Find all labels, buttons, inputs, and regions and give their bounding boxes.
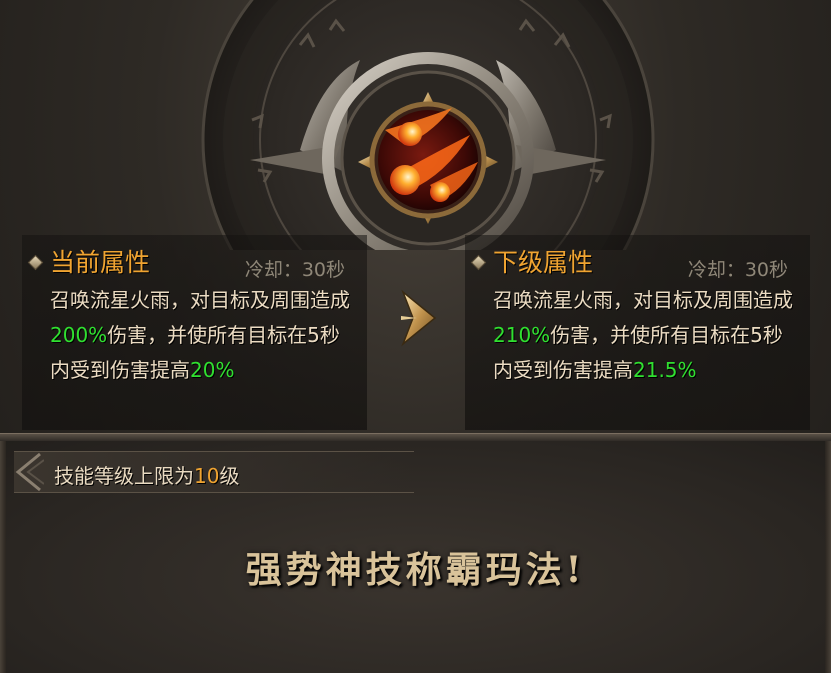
next-attributes-panel: 下级属性 冷却：30秒 召唤流星火雨，对目标及周围造成210%伤害，并使所有目标… bbox=[465, 235, 810, 430]
next-description: 召唤流星火雨，对目标及周围造成210%伤害，并使所有目标在5秒内受到伤害提高21… bbox=[493, 288, 793, 382]
next-cooldown: 冷却：30秒 bbox=[687, 259, 788, 281]
level-limit-value: 10 bbox=[194, 464, 220, 488]
frame-right bbox=[825, 441, 831, 673]
level-limit-text: 技能等级上限为10级 bbox=[54, 464, 240, 488]
current-attributes-panel: 当前属性 冷却：30秒 召唤流星火雨，对目标及周围造成200%伤害，并使所有目标… bbox=[22, 235, 367, 430]
skill-detail-window: 当前属性 冷却：30秒 召唤流星火雨，对目标及周围造成200%伤害，并使所有目标… bbox=[0, 0, 831, 673]
current-bonus-value: 20% bbox=[190, 358, 235, 382]
arrow-right-icon bbox=[397, 288, 439, 352]
current-description: 召唤流星火雨，对目标及周围造成200%伤害，并使所有目标在5秒内受到伤害提高20… bbox=[50, 288, 350, 382]
current-cooldown: 冷却：30秒 bbox=[244, 259, 345, 281]
diamond-bullet-icon bbox=[27, 254, 44, 271]
current-attributes-title: 当前属性 bbox=[50, 248, 151, 277]
skill-emblem bbox=[0, 0, 831, 250]
diamond-bullet-icon bbox=[470, 254, 487, 271]
bottom-section: 技能等级上限为10级 强势神技称霸玛法! bbox=[0, 441, 831, 673]
bar-cap-icon bbox=[15, 452, 44, 492]
level-limit-bar: 技能等级上限为10级 bbox=[14, 451, 414, 493]
frame-left bbox=[0, 441, 6, 673]
next-damage-value: 210% bbox=[493, 323, 551, 347]
next-bonus-value: 21.5% bbox=[633, 358, 697, 382]
current-damage-value: 200% bbox=[50, 323, 108, 347]
next-attributes-title: 下级属性 bbox=[493, 248, 594, 277]
slogan-text: 强势神技称霸玛法! bbox=[245, 549, 586, 591]
